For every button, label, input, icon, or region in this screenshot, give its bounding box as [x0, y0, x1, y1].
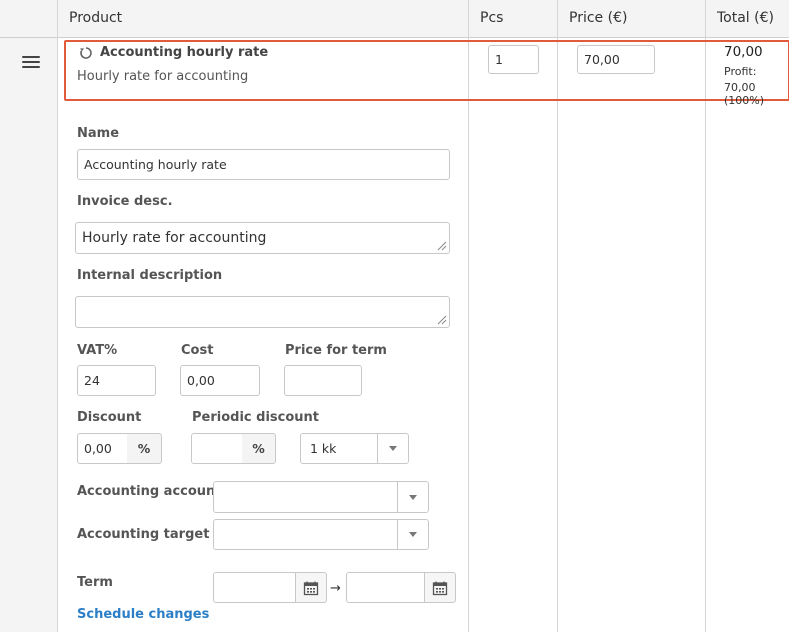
accounting-target-select[interactable] [213, 519, 429, 550]
accounting-target-label: Accounting target [77, 527, 210, 542]
periodic-discount-input[interactable] [191, 433, 243, 464]
header-divider [705, 0, 706, 38]
recurring-icon [80, 47, 92, 59]
invoice-desc-textarea[interactable]: Hourly rate for accounting [75, 222, 450, 254]
header-divider [557, 0, 558, 38]
calendar-icon[interactable] [295, 572, 327, 603]
discount-label: Discount [77, 410, 142, 425]
profit-label: Profit: [724, 65, 757, 78]
term-label: Term [77, 575, 113, 590]
row-product-title: Accounting hourly rate [100, 45, 269, 60]
chevron-down-icon[interactable] [397, 520, 428, 549]
header-product[interactable]: Product [69, 10, 122, 26]
drag-handle-icon[interactable] [22, 56, 40, 70]
price-input[interactable]: 70,00 [577, 45, 655, 74]
cost-label: Cost [181, 343, 214, 358]
schedule-changes-link[interactable]: Schedule changes [77, 607, 209, 622]
row-product-subtitle: Hourly rate for accounting [77, 69, 249, 84]
header-total[interactable]: Total (€) [717, 10, 774, 26]
name-label: Name [77, 126, 120, 141]
header-pcs[interactable]: Pcs [480, 10, 503, 26]
table-header: Product Pcs Price (€) Total (€) [0, 0, 789, 38]
pcs-input[interactable]: 1 [488, 45, 539, 74]
term-end-input[interactable] [346, 572, 425, 603]
cost-input[interactable]: 0,00 [180, 365, 260, 396]
term-range-arrow: → [330, 581, 341, 596]
name-input[interactable]: Accounting hourly rate [77, 149, 450, 180]
price-for-term-input[interactable] [284, 365, 362, 396]
chevron-down-icon[interactable] [397, 482, 428, 512]
vat-label: VAT% [77, 343, 118, 358]
discount-percent-suffix: % [127, 433, 162, 464]
chevron-down-icon[interactable] [377, 434, 408, 463]
invoice-desc-text: Hourly rate for accounting [82, 230, 267, 246]
internal-desc-label: Internal description [77, 268, 223, 283]
calendar-icon[interactable] [424, 572, 456, 603]
invoice-desc-label: Invoice desc. [77, 194, 173, 209]
accounting-account-label: Accounting account [77, 484, 222, 499]
column-divider [57, 0, 58, 632]
resize-handle-icon[interactable] [437, 315, 447, 325]
internal-desc-textarea[interactable] [75, 296, 450, 328]
vat-input[interactable]: 24 [77, 365, 156, 396]
accounting-account-select[interactable] [213, 481, 429, 513]
resize-handle-icon[interactable] [437, 241, 447, 251]
period-select[interactable]: 1 kk [300, 433, 409, 464]
header-divider [468, 0, 469, 38]
header-divider [57, 0, 58, 38]
periodic-percent-suffix: % [242, 433, 276, 464]
term-start-input[interactable] [213, 572, 296, 603]
period-select-value: 1 kk [310, 441, 337, 456]
discount-input[interactable]: 0,00 [77, 433, 128, 464]
periodic-discount-label: Periodic discount [192, 410, 319, 425]
profit-value: 70,00 (100%) [724, 81, 765, 107]
price-for-term-label: Price for term [285, 343, 387, 358]
row-total: 70,00 [724, 44, 763, 60]
header-price[interactable]: Price (€) [569, 10, 627, 26]
row-gutter [0, 0, 57, 632]
